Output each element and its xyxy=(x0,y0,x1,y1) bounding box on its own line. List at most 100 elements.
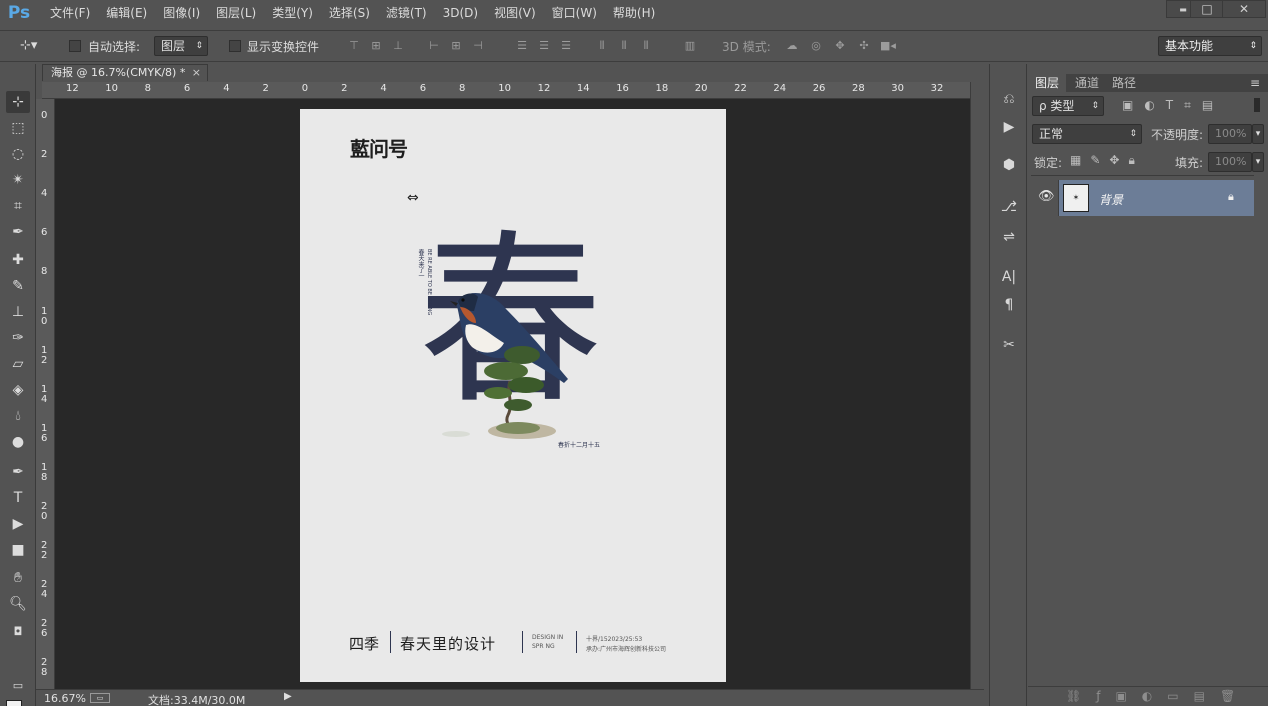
close-tab-icon[interactable]: × xyxy=(192,65,201,81)
menu-item[interactable]: 帮助(H) xyxy=(605,0,663,26)
auto-select-dropdown[interactable]: 图层 ⇕ xyxy=(154,36,208,56)
panel-menu-icon[interactable]: ≡ xyxy=(1250,76,1260,90)
auto-align-icon[interactable]: ▥ xyxy=(682,38,698,54)
export-icon[interactable]: ▭ xyxy=(90,693,110,703)
menu-item[interactable]: 3D(D) xyxy=(435,0,486,26)
opacity-arrow-icon[interactable]: ▾ xyxy=(1252,124,1264,144)
layer-row[interactable]: 👁︎ ✶ 背景 🔒︎ xyxy=(1031,180,1254,216)
tab-paths[interactable]: 路径 xyxy=(1105,74,1143,92)
layers-scrollbar[interactable] xyxy=(1254,180,1264,680)
vertical-ruler[interactable]: 0 2 4 6 8 10 12 14 16 18 20 22 24 26 28 xyxy=(36,99,55,689)
screen-mode-icon[interactable]: ▭ xyxy=(6,675,30,697)
healing-brush-tool-icon[interactable]: ✚ xyxy=(6,249,30,271)
3d-slide-icon[interactable]: ✣ xyxy=(856,38,872,54)
vertical-scrollbar[interactable] xyxy=(970,82,984,689)
quick-mask-icon[interactable]: ◘ xyxy=(6,621,30,643)
history-brush-tool-icon[interactable]: ✑ xyxy=(6,327,30,349)
path-selection-tool-icon[interactable]: ▶ xyxy=(6,513,30,535)
distribute-top-icon[interactable]: ☰ xyxy=(514,38,530,54)
crop-tool-icon[interactable]: ⌗ xyxy=(6,195,30,217)
rectangle-tool-icon[interactable]: ■ xyxy=(6,539,30,561)
layer-thumbnail[interactable]: ✶ xyxy=(1063,184,1089,212)
maximize-icon: □ xyxy=(1201,2,1213,16)
paragraph-panel-icon[interactable]: ¶ xyxy=(999,294,1019,316)
brush-tool-icon[interactable]: ✎ xyxy=(6,275,30,297)
menu-item[interactable]: 窗口(W) xyxy=(544,0,605,26)
fill-arrow-icon[interactable]: ▾ xyxy=(1252,152,1264,172)
menu-item[interactable]: 文件(F) xyxy=(42,0,98,26)
adjustments-icon[interactable]: ⇌ xyxy=(999,226,1019,248)
foreground-color-swatch[interactable] xyxy=(6,700,22,706)
show-transform-checkbox[interactable] xyxy=(229,40,241,52)
eyedropper-tool-icon[interactable]: ✒ xyxy=(6,221,30,243)
distribute-left-icon[interactable]: ⫴ xyxy=(594,38,610,54)
document-tab[interactable]: 海报 @ 16.7%(CMYK/8) * × xyxy=(42,64,208,81)
auto-select-checkbox[interactable] xyxy=(69,40,81,52)
ruler-tick-label: 10 xyxy=(105,83,119,94)
brush-presets-icon[interactable]: ⎇ xyxy=(999,196,1019,218)
move-tool-preset-icon[interactable]: ⊹▾ xyxy=(20,38,50,54)
zoom-level[interactable]: 16.67% xyxy=(44,692,86,705)
tool-presets-icon[interactable]: ✂ xyxy=(999,334,1019,356)
align-top-icon[interactable]: ⊤ xyxy=(346,38,362,54)
tab-layers[interactable]: 图层 xyxy=(1028,74,1067,92)
type-tool-icon[interactable]: T xyxy=(6,487,30,509)
layer-action-icons[interactable]: ⛓ƒ▣◐▭▤🗑︎ xyxy=(1066,689,1250,703)
dodge-tool-icon[interactable]: ● xyxy=(6,431,30,453)
marquee-tool-icon[interactable]: ⬚ xyxy=(6,117,30,139)
eraser-tool-icon[interactable]: ▱ xyxy=(6,353,30,375)
character-panel-icon[interactable]: A| xyxy=(999,266,1019,288)
blend-mode-dropdown[interactable]: 正常 ⇕ xyxy=(1032,124,1142,144)
magic-wand-tool-icon[interactable]: ✴ xyxy=(6,169,30,191)
tab-channels[interactable]: 通道 xyxy=(1068,74,1106,92)
lock-icons[interactable]: ▦✎✥🔒︎ xyxy=(1070,153,1144,168)
fill-input[interactable]: 100% xyxy=(1208,152,1252,172)
maximize-button[interactable]: □ xyxy=(1190,0,1224,18)
hand-tool-icon[interactable]: ✋︎ xyxy=(6,567,30,589)
menu-item[interactable]: 图层(L) xyxy=(208,0,264,26)
lasso-tool-icon[interactable]: ◌ xyxy=(6,143,30,165)
layer-filter-icons[interactable]: ▣◐T⌗▤ xyxy=(1122,98,1224,113)
filter-toggle[interactable] xyxy=(1254,98,1260,112)
filter-kind-dropdown[interactable]: ρ 类型 ⇕ xyxy=(1032,96,1104,116)
move-tool-icon[interactable]: ⊹ xyxy=(6,91,30,113)
opacity-input[interactable]: 100% xyxy=(1208,124,1252,144)
poster-canvas[interactable]: 藍问号 ⇔ 春 春天来了一 BE RE ABLE TO BE SPRING xyxy=(300,109,726,682)
align-hcenter-icon[interactable]: ⊞ xyxy=(448,38,464,54)
3d-scale-icon[interactable]: ■◂ xyxy=(880,38,896,54)
visibility-toggle[interactable]: 👁︎ xyxy=(1031,180,1059,216)
distribute-bottom-icon[interactable]: ☰ xyxy=(558,38,574,54)
menu-item[interactable]: 滤镜(T) xyxy=(378,0,435,26)
align-bottom-icon[interactable]: ⊥ xyxy=(390,38,406,54)
ruler-tick-label: 2 xyxy=(41,149,48,161)
align-vcenter-icon[interactable]: ⊞ xyxy=(368,38,384,54)
distribute-vcenter-icon[interactable]: ☰ xyxy=(536,38,552,54)
actions-panel-icon[interactable]: ▶ xyxy=(999,116,1019,138)
menu-item[interactable]: 图像(I) xyxy=(155,0,208,26)
paint-bucket-tool-icon[interactable]: ◈ xyxy=(6,379,30,401)
align-left-icon[interactable]: ⊢ xyxy=(426,38,442,54)
menu-item[interactable]: 类型(Y) xyxy=(264,0,321,26)
distribute-right-icon[interactable]: ⫴ xyxy=(638,38,654,54)
close-window-button[interactable]: ✕ xyxy=(1222,0,1266,18)
align-right-icon[interactable]: ⊣ xyxy=(470,38,486,54)
layer-name[interactable]: 背景 xyxy=(1099,191,1123,208)
3d-panel-icon[interactable]: ⬢ xyxy=(999,154,1019,176)
horizontal-ruler[interactable]: 12 10 8 6 4 2 0 2 4 6 8 10 12 14 16 18 20 22 24 26 28 30 32 xyxy=(42,82,970,99)
3d-roll-icon[interactable]: ◎ xyxy=(808,38,824,54)
clone-stamp-tool-icon[interactable]: ⊥ xyxy=(6,301,30,323)
history-panel-icon[interactable]: ⎌ xyxy=(999,88,1019,110)
menu-item[interactable]: 视图(V) xyxy=(486,0,544,26)
3d-orbit-icon[interactable]: ☁ xyxy=(784,38,800,54)
zoom-tool-icon[interactable]: 🔍︎ xyxy=(6,593,30,615)
pen-tool-icon[interactable]: ✒ xyxy=(6,461,30,483)
status-menu-arrow-icon[interactable]: ▶ xyxy=(284,691,292,702)
blur-tool-icon[interactable]: 💧︎ xyxy=(6,405,30,427)
distribute-hcenter-icon[interactable]: ⫴ xyxy=(616,38,632,54)
3d-pan-icon[interactable]: ✥ xyxy=(832,38,848,54)
workspace-dropdown[interactable]: 基本功能 ⇕ xyxy=(1158,36,1262,56)
menu-item[interactable]: 选择(S) xyxy=(321,0,378,26)
color-swatches[interactable] xyxy=(4,698,30,706)
menu-item[interactable]: 编辑(E) xyxy=(98,0,155,26)
opacity-label: 不透明度: xyxy=(1151,128,1204,142)
